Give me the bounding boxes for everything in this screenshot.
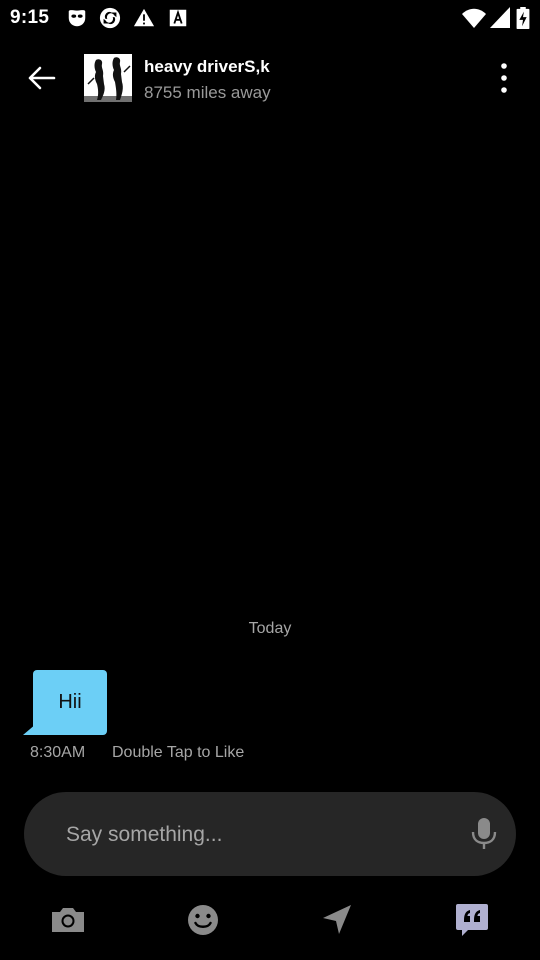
message-text: Hii xyxy=(58,691,82,713)
contact-name[interactable]: heavy driverS,k xyxy=(144,57,270,77)
message-input[interactable] xyxy=(64,814,448,856)
status-time: 9:15 xyxy=(10,7,50,28)
grindr-mask-icon xyxy=(68,10,86,27)
message-bubble[interactable]: Hii xyxy=(33,670,107,735)
date-divider: Today xyxy=(248,620,292,637)
vpn-sync-icon xyxy=(99,7,121,29)
saved-phrases-icon[interactable] xyxy=(452,900,492,940)
status-bar: 9:15 xyxy=(0,0,540,36)
warning-icon xyxy=(133,8,155,27)
arrow-left-icon[interactable] xyxy=(22,58,62,98)
cell-signal-icon xyxy=(490,7,510,28)
chat-screen: 9:15 heavy driverS,k 8755 miles away Tod… xyxy=(0,0,540,960)
more-vertical-icon[interactable] xyxy=(488,58,520,98)
send-location-icon[interactable] xyxy=(317,900,357,940)
battery-charging-icon xyxy=(516,7,530,29)
wifi-icon xyxy=(462,8,486,28)
microphone-icon[interactable] xyxy=(466,816,502,852)
chat-header: heavy driverS,k 8755 miles away xyxy=(0,40,540,116)
double-tap-hint: Double Tap to Like xyxy=(112,744,245,761)
message-composer xyxy=(24,792,516,876)
contact-distance: 8755 miles away xyxy=(144,83,271,102)
avatar-image xyxy=(84,54,132,102)
font-a-icon xyxy=(169,9,187,27)
emoji-icon[interactable] xyxy=(183,900,223,940)
chat-toolbar xyxy=(0,896,540,944)
camera-icon[interactable] xyxy=(48,900,88,940)
avatar[interactable] xyxy=(84,54,132,102)
message-time: 8:30AM xyxy=(30,744,86,761)
